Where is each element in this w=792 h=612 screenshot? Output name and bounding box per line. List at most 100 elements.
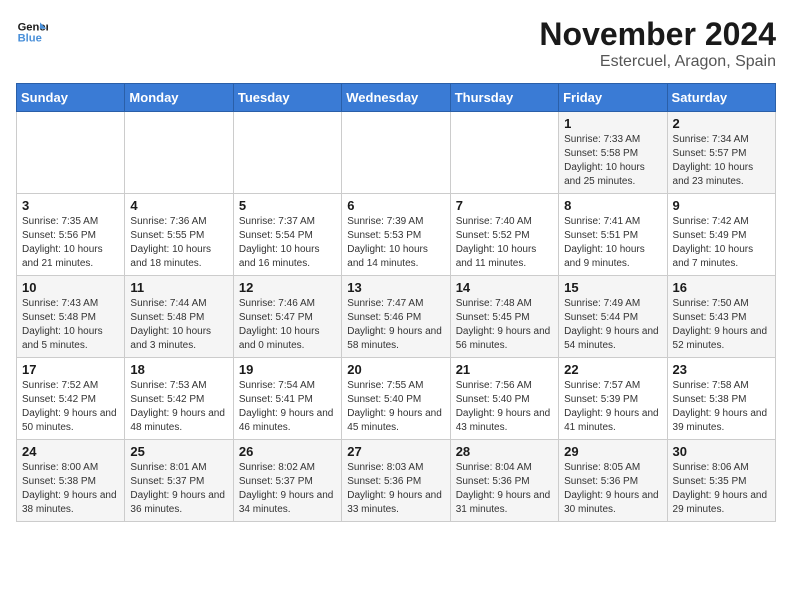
table-row: 8 Sunrise: 7:41 AM Sunset: 5:51 PM Daylig… — [559, 194, 667, 276]
table-row: 17 Sunrise: 7:52 AM Sunset: 5:42 PM Dayli… — [17, 358, 125, 440]
table-row: 11 Sunrise: 7:44 AM Sunset: 5:48 PM Dayli… — [125, 276, 233, 358]
day-info: Sunrise: 7:44 AM Sunset: 5:48 PM Dayligh… — [130, 297, 227, 353]
day-info: Sunrise: 7:35 AM Sunset: 5:56 PM Dayligh… — [22, 215, 119, 271]
header-tuesday: Tuesday — [233, 84, 341, 112]
day-number: 29 — [564, 444, 661, 459]
day-info: Sunrise: 7:43 AM Sunset: 5:48 PM Dayligh… — [22, 297, 119, 353]
day-number: 3 — [22, 198, 119, 213]
day-number: 6 — [347, 198, 444, 213]
day-number: 20 — [347, 362, 444, 377]
day-info: Sunrise: 7:56 AM Sunset: 5:40 PM Dayligh… — [456, 379, 553, 435]
table-row: 10 Sunrise: 7:43 AM Sunset: 5:48 PM Dayli… — [17, 276, 125, 358]
day-number: 23 — [673, 362, 770, 377]
day-number: 22 — [564, 362, 661, 377]
table-row: 19 Sunrise: 7:54 AM Sunset: 5:41 PM Dayli… — [233, 358, 341, 440]
day-number: 17 — [22, 362, 119, 377]
day-number: 25 — [130, 444, 227, 459]
page-header: General Blue November 2024 Estercuel, Ar… — [16, 16, 776, 71]
header-monday: Monday — [125, 84, 233, 112]
table-row: 23 Sunrise: 7:58 AM Sunset: 5:38 PM Dayli… — [667, 358, 775, 440]
table-row: 6 Sunrise: 7:39 AM Sunset: 5:53 PM Daylig… — [342, 194, 450, 276]
table-row: 15 Sunrise: 7:49 AM Sunset: 5:44 PM Dayli… — [559, 276, 667, 358]
day-info: Sunrise: 7:42 AM Sunset: 5:49 PM Dayligh… — [673, 215, 770, 271]
table-row: 4 Sunrise: 7:36 AM Sunset: 5:55 PM Daylig… — [125, 194, 233, 276]
day-number: 5 — [239, 198, 336, 213]
day-info: Sunrise: 7:58 AM Sunset: 5:38 PM Dayligh… — [673, 379, 770, 435]
day-number: 27 — [347, 444, 444, 459]
table-row: 7 Sunrise: 7:40 AM Sunset: 5:52 PM Daylig… — [450, 194, 558, 276]
logo: General Blue — [16, 16, 48, 48]
table-row: 16Sunrise: 7:50 AM Sunset: 5:43 PM Dayli… — [667, 276, 775, 358]
day-number: 14 — [456, 280, 553, 295]
day-info: Sunrise: 7:34 AM Sunset: 5:57 PM Dayligh… — [673, 133, 770, 189]
header-saturday: Saturday — [667, 84, 775, 112]
day-info: Sunrise: 7:50 AM Sunset: 5:43 PM Dayligh… — [673, 297, 770, 353]
table-row: 1Sunrise: 7:33 AM Sunset: 5:58 PM Daylig… — [559, 112, 667, 194]
day-number: 19 — [239, 362, 336, 377]
day-info: Sunrise: 7:54 AM Sunset: 5:41 PM Dayligh… — [239, 379, 336, 435]
day-info: Sunrise: 7:53 AM Sunset: 5:42 PM Dayligh… — [130, 379, 227, 435]
day-number: 2 — [673, 116, 770, 131]
day-number: 28 — [456, 444, 553, 459]
day-number: 15 — [564, 280, 661, 295]
day-info: Sunrise: 8:02 AM Sunset: 5:37 PM Dayligh… — [239, 461, 336, 517]
header-sunday: Sunday — [17, 84, 125, 112]
day-info: Sunrise: 7:48 AM Sunset: 5:45 PM Dayligh… — [456, 297, 553, 353]
day-number: 12 — [239, 280, 336, 295]
table-row: 30Sunrise: 8:06 AM Sunset: 5:35 PM Dayli… — [667, 440, 775, 522]
day-number: 11 — [130, 280, 227, 295]
table-row — [450, 112, 558, 194]
day-info: Sunrise: 7:57 AM Sunset: 5:39 PM Dayligh… — [564, 379, 661, 435]
day-info: Sunrise: 7:55 AM Sunset: 5:40 PM Dayligh… — [347, 379, 444, 435]
day-number: 7 — [456, 198, 553, 213]
table-row — [342, 112, 450, 194]
table-row: 20 Sunrise: 7:55 AM Sunset: 5:40 PM Dayli… — [342, 358, 450, 440]
table-row: 3 Sunrise: 7:35 AM Sunset: 5:56 PM Daylig… — [17, 194, 125, 276]
calendar-table: Sunday Monday Tuesday Wednesday Thursday… — [16, 83, 776, 522]
day-info: Sunrise: 8:04 AM Sunset: 5:36 PM Dayligh… — [456, 461, 553, 517]
day-info: Sunrise: 8:01 AM Sunset: 5:37 PM Dayligh… — [130, 461, 227, 517]
logo-icon: General Blue — [16, 16, 48, 48]
header-friday: Friday — [559, 84, 667, 112]
day-info: Sunrise: 7:39 AM Sunset: 5:53 PM Dayligh… — [347, 215, 444, 271]
table-row: 29Sunrise: 8:05 AM Sunset: 5:36 PM Dayli… — [559, 440, 667, 522]
table-row: 9 Sunrise: 7:42 AM Sunset: 5:49 PM Daylig… — [667, 194, 775, 276]
month-title: November 2024 — [539, 16, 776, 53]
svg-text:Blue: Blue — [18, 33, 42, 45]
calendar-header: Sunday Monday Tuesday Wednesday Thursday… — [17, 84, 776, 112]
table-row: 13Sunrise: 7:47 AM Sunset: 5:46 PM Dayli… — [342, 276, 450, 358]
table-row — [125, 112, 233, 194]
calendar-body: 1Sunrise: 7:33 AM Sunset: 5:58 PM Daylig… — [17, 112, 776, 522]
day-info: Sunrise: 7:40 AM Sunset: 5:52 PM Dayligh… — [456, 215, 553, 271]
day-info: Sunrise: 7:37 AM Sunset: 5:54 PM Dayligh… — [239, 215, 336, 271]
table-row: 12 Sunrise: 7:46 AM Sunset: 5:47 PM Dayli… — [233, 276, 341, 358]
location: Estercuel, Aragon, Spain — [539, 53, 776, 71]
table-row — [17, 112, 125, 194]
day-info: Sunrise: 7:52 AM Sunset: 5:42 PM Dayligh… — [22, 379, 119, 435]
day-info: Sunrise: 8:00 AM Sunset: 5:38 PM Dayligh… — [22, 461, 119, 517]
day-number: 4 — [130, 198, 227, 213]
table-row: 24 Sunrise: 8:00 AM Sunset: 5:38 PM Dayli… — [17, 440, 125, 522]
day-number: 26 — [239, 444, 336, 459]
day-info: Sunrise: 8:06 AM Sunset: 5:35 PM Dayligh… — [673, 461, 770, 517]
table-row: 22 Sunrise: 7:57 AM Sunset: 5:39 PM Dayli… — [559, 358, 667, 440]
table-row — [233, 112, 341, 194]
day-number: 9 — [673, 198, 770, 213]
table-row: 27Sunrise: 8:03 AM Sunset: 5:36 PM Dayli… — [342, 440, 450, 522]
day-number: 10 — [22, 280, 119, 295]
day-number: 8 — [564, 198, 661, 213]
day-info: Sunrise: 7:49 AM Sunset: 5:44 PM Dayligh… — [564, 297, 661, 353]
day-info: Sunrise: 7:47 AM Sunset: 5:46 PM Dayligh… — [347, 297, 444, 353]
header-thursday: Thursday — [450, 84, 558, 112]
table-row: 2 Sunrise: 7:34 AM Sunset: 5:57 PM Daylig… — [667, 112, 775, 194]
day-number: 21 — [456, 362, 553, 377]
day-info: Sunrise: 7:33 AM Sunset: 5:58 PM Dayligh… — [564, 133, 661, 189]
day-number: 24 — [22, 444, 119, 459]
table-row: 26 Sunrise: 8:02 AM Sunset: 5:37 PM Dayli… — [233, 440, 341, 522]
day-info: Sunrise: 7:46 AM Sunset: 5:47 PM Dayligh… — [239, 297, 336, 353]
table-row: 28 Sunrise: 8:04 AM Sunset: 5:36 PM Dayli… — [450, 440, 558, 522]
day-info: Sunrise: 7:36 AM Sunset: 5:55 PM Dayligh… — [130, 215, 227, 271]
day-info: Sunrise: 7:41 AM Sunset: 5:51 PM Dayligh… — [564, 215, 661, 271]
table-row: 25 Sunrise: 8:01 AM Sunset: 5:37 PM Dayli… — [125, 440, 233, 522]
table-row: 5 Sunrise: 7:37 AM Sunset: 5:54 PM Daylig… — [233, 194, 341, 276]
